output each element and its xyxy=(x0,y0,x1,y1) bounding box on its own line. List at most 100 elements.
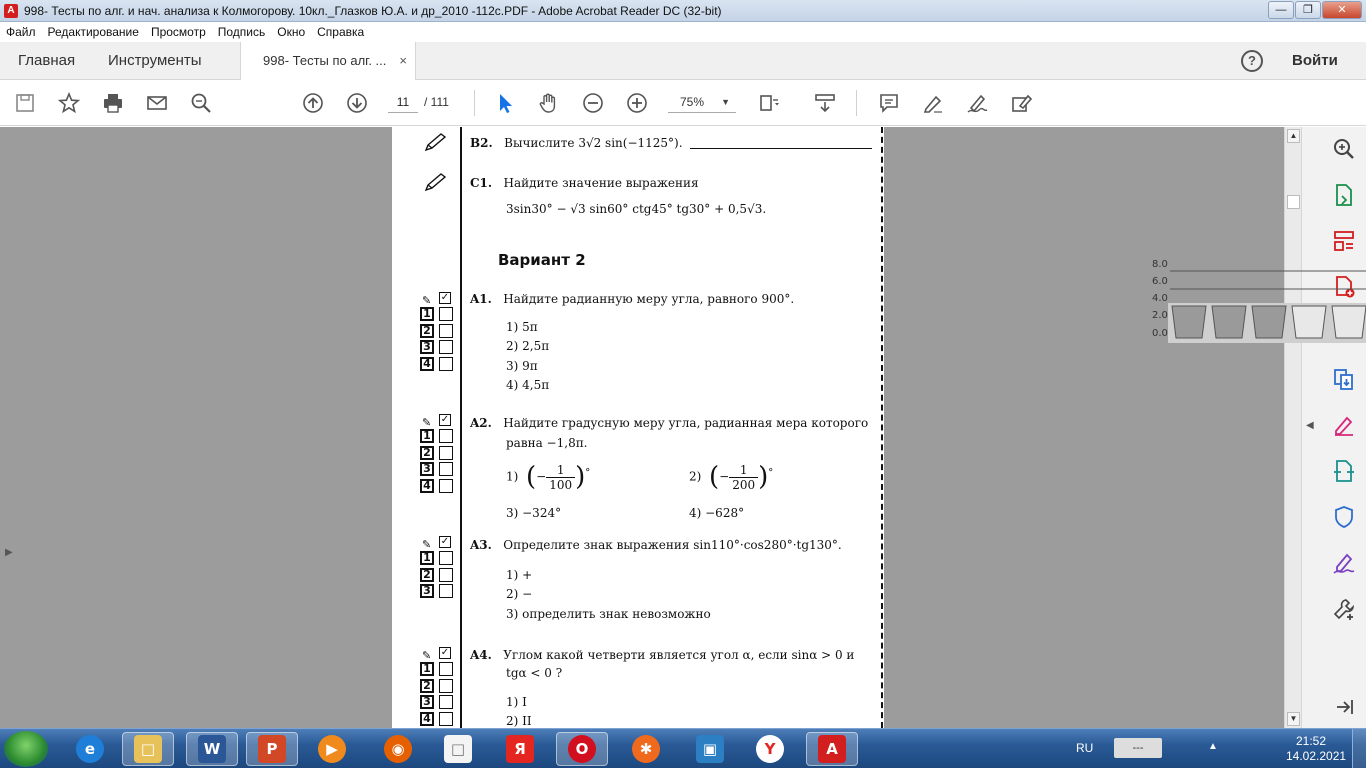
tray-expand-icon[interactable]: ▲ xyxy=(1208,741,1218,752)
taskbar-yandex[interactable]: Я xyxy=(494,732,546,766)
menu-window[interactable]: Окно xyxy=(277,25,305,39)
keyboard-language[interactable]: RU xyxy=(1076,741,1093,755)
taskbar-opera[interactable]: O xyxy=(556,732,608,766)
close-window-button[interactable]: ✕ xyxy=(1322,1,1362,19)
page-fit-icon[interactable] xyxy=(756,90,782,116)
scroll-mode-icon[interactable] xyxy=(812,90,838,116)
menu-edit[interactable]: Редактирование xyxy=(48,25,139,39)
taskbar-app-blue[interactable]: ▣ xyxy=(684,732,736,766)
maximize-button[interactable]: ❐ xyxy=(1295,1,1321,19)
collapse-pane-icon[interactable]: ◀ xyxy=(1306,420,1314,431)
question-a3: A3. Определите знак выражения sin110°·co… xyxy=(470,538,842,552)
question-c1: C1. Найдите значение выражения xyxy=(470,176,699,190)
organize-pages-icon[interactable] xyxy=(1330,227,1358,255)
question-text: Найдите значение выражения xyxy=(503,176,699,190)
zoom-search-icon[interactable] xyxy=(1330,135,1358,163)
tab-document[interactable]: 998- Тесты по алг. ... × xyxy=(240,42,416,80)
answer-checkbox[interactable] xyxy=(439,695,453,709)
page-number-input[interactable]: 11 xyxy=(388,91,418,113)
pane-expand-icon[interactable] xyxy=(1330,693,1358,721)
taskbar-app-orange[interactable]: ✱ xyxy=(620,732,672,766)
answer-checkbox[interactable] xyxy=(439,567,453,582)
question-a2: A2. Найдите градусную меру угла, радианн… xyxy=(470,416,868,430)
tab-tools[interactable]: Инструменты xyxy=(108,42,202,80)
taskbar-acrobat[interactable]: A xyxy=(806,732,858,766)
answer-checkbox[interactable] xyxy=(439,662,453,676)
show-desktop-button[interactable] xyxy=(1352,729,1366,768)
zoom-out-icon[interactable] xyxy=(580,90,606,116)
next-page-icon[interactable] xyxy=(344,90,370,116)
question-label: A4. xyxy=(470,648,492,662)
bookmark-star-icon[interactable] xyxy=(56,90,82,116)
previous-page-icon[interactable] xyxy=(300,90,326,116)
hand-tool-icon[interactable] xyxy=(536,90,562,116)
answer-checkbox[interactable] xyxy=(439,551,453,565)
question-label: A3. xyxy=(470,538,492,552)
answer-checkbox[interactable] xyxy=(439,478,453,493)
comment-icon[interactable] xyxy=(876,90,902,116)
zoom-in-icon[interactable] xyxy=(624,90,650,116)
option: 1) I xyxy=(506,695,527,709)
select-cursor-icon[interactable] xyxy=(492,90,518,116)
answer-checkbox[interactable] xyxy=(439,462,453,476)
question-text: Углом какой четверти является угол α, ес… xyxy=(503,648,855,662)
edit-pdf-icon[interactable] xyxy=(1330,411,1358,439)
taskbar-blank-document[interactable]: □ xyxy=(432,732,484,766)
windows-taskbar: e □ W P ▶ ◉ □ Я O ✱ ▣ Y A RU --- ▲ 21:52… xyxy=(0,728,1366,768)
margin-line xyxy=(460,127,462,728)
start-button[interactable] xyxy=(4,731,48,767)
sign-in-button[interactable]: Войти xyxy=(1292,42,1338,80)
menu-view[interactable]: Просмотр xyxy=(151,25,206,39)
close-tab-icon[interactable]: × xyxy=(399,42,407,80)
option: 2) − xyxy=(506,587,533,601)
zoom-level-select[interactable]: 75% ▼ xyxy=(668,91,736,113)
answer-checkbox[interactable] xyxy=(439,307,453,321)
taskbar-explorer[interactable]: □ xyxy=(122,732,174,766)
print-icon[interactable] xyxy=(100,90,126,116)
answer-checkbox[interactable] xyxy=(439,356,453,371)
combine-files-icon[interactable] xyxy=(1330,365,1358,393)
scroll-thumb[interactable] xyxy=(1287,195,1300,209)
taskbar-media-player[interactable]: ▶ xyxy=(306,732,358,766)
scroll-up-icon[interactable]: ▲ xyxy=(1287,129,1300,143)
send-for-review-icon[interactable] xyxy=(1330,457,1358,485)
scroll-down-icon[interactable]: ▼ xyxy=(1287,712,1300,726)
answer-checkbox[interactable] xyxy=(439,323,453,338)
answer-checkbox[interactable] xyxy=(439,584,453,598)
menu-sign[interactable]: Подпись xyxy=(218,25,266,39)
acrobat-app-icon: A xyxy=(4,3,18,18)
expand-left-pane-icon[interactable]: ▶ xyxy=(5,547,13,558)
tray-indicator[interactable]: --- xyxy=(1114,738,1162,758)
answer-checkbox[interactable] xyxy=(439,678,453,693)
taskbar-yandex-browser[interactable]: Y xyxy=(744,732,796,766)
overlay-chart-fragment: 8.0 6.0 4.0 2.0 0.0 xyxy=(1150,258,1366,344)
help-icon[interactable]: ? xyxy=(1241,50,1263,72)
fill-sign-icon[interactable] xyxy=(1330,549,1358,577)
option: 1) 5π xyxy=(506,320,538,334)
more-tools-icon[interactable] xyxy=(1330,595,1358,623)
taskbar-word[interactable]: W xyxy=(186,732,238,766)
highlight-pen-icon[interactable] xyxy=(920,90,946,116)
clock[interactable]: 21:52 14.02.2021 xyxy=(1286,734,1346,764)
menu-help[interactable]: Справка xyxy=(317,25,364,39)
export-pdf-icon[interactable] xyxy=(1330,181,1358,209)
answer-checkbox[interactable] xyxy=(439,429,453,443)
vertical-scrollbar[interactable]: ▲ ▼ xyxy=(1284,127,1301,728)
taskbar-internet-explorer[interactable]: e xyxy=(64,732,116,766)
fill-and-sign-icon[interactable] xyxy=(1008,90,1034,116)
answer-checkbox[interactable] xyxy=(439,340,453,354)
save-icon[interactable] xyxy=(12,90,38,116)
sign-icon[interactable] xyxy=(964,90,990,116)
search-icon[interactable] xyxy=(188,90,214,116)
menu-file[interactable]: Файл xyxy=(6,25,36,39)
tab-home[interactable]: Главная xyxy=(18,42,75,80)
email-icon[interactable] xyxy=(144,90,170,116)
protect-shield-icon[interactable] xyxy=(1330,503,1358,531)
option: 3) определить знак невозможно xyxy=(506,607,711,621)
minimize-button[interactable]: — xyxy=(1268,1,1294,19)
taskbar-firefox[interactable]: ◉ xyxy=(372,732,424,766)
answer-checkbox[interactable] xyxy=(439,711,453,726)
taskbar-powerpoint[interactable]: P xyxy=(246,732,298,766)
question-a4: A4. Углом какой четверти является угол α… xyxy=(470,648,854,662)
answer-checkbox[interactable] xyxy=(439,445,453,460)
